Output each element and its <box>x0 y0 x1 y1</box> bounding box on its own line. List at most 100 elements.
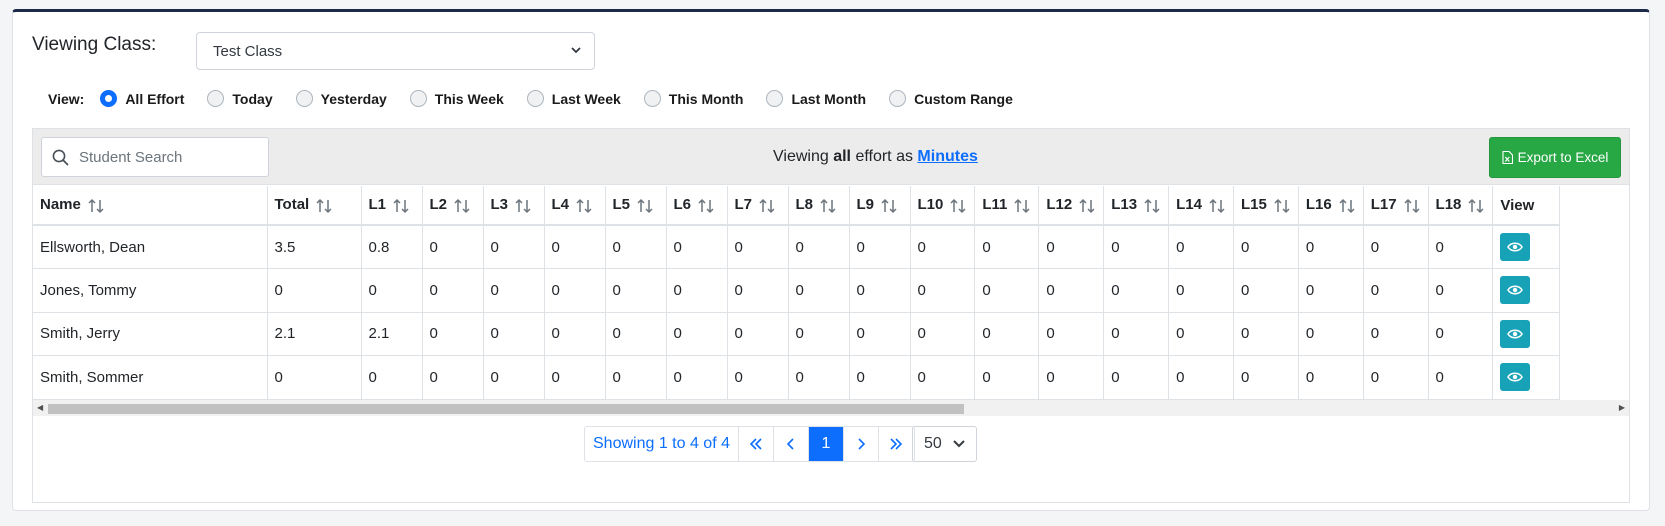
radio-last-week[interactable]: Last Week <box>526 90 621 107</box>
view-student-button[interactable] <box>1500 319 1531 348</box>
effort-cell: 0 <box>483 312 545 356</box>
effort-cell: 0 <box>849 355 911 400</box>
radio-this-week[interactable]: This Week <box>409 90 504 107</box>
sort-icon[interactable] <box>1338 198 1356 214</box>
effort-cell: 0 <box>666 312 728 356</box>
radio-circle <box>100 90 118 107</box>
column-header-l13[interactable]: L13 <box>1103 186 1170 226</box>
sort-icon[interactable] <box>819 198 837 214</box>
effort-cell: 0 <box>1103 355 1170 400</box>
pagination: Showing 1 to 4 of 4 1 <box>584 426 915 462</box>
column-header-total[interactable]: Total <box>267 186 362 226</box>
first-page-button[interactable] <box>739 427 774 461</box>
effort-cell: 0 <box>544 355 606 400</box>
column-header-l16[interactable]: L16 <box>1298 186 1364 226</box>
chevron-right-icon <box>858 438 866 450</box>
column-header-l8[interactable]: L8 <box>788 186 850 226</box>
eye-icon <box>1507 285 1524 295</box>
radio-label: Yesterday <box>320 90 387 107</box>
column-header-l12[interactable]: L12 <box>1038 186 1105 226</box>
column-header-l1[interactable]: L1 <box>361 186 423 226</box>
eye-icon <box>1507 242 1524 252</box>
view-filter-label: View: <box>48 90 85 107</box>
radio-last-month[interactable]: Last Month <box>766 90 866 107</box>
column-header-label: L18 <box>1435 196 1462 214</box>
column-header-label: L2 <box>429 196 448 214</box>
column-header-l7[interactable]: L7 <box>727 186 789 226</box>
prev-page-button[interactable] <box>774 427 809 461</box>
class-select[interactable]: Test Class <box>196 32 595 70</box>
sort-icon[interactable] <box>758 198 776 214</box>
scroll-right-icon[interactable]: ▶ <box>1619 403 1625 412</box>
sort-icon[interactable] <box>636 198 654 214</box>
viewing-middle: effort as <box>855 148 913 165</box>
sort-icon[interactable] <box>1013 198 1031 214</box>
view-student-button[interactable] <box>1500 233 1531 261</box>
effort-cell: 0 <box>361 355 423 400</box>
column-header-l15[interactable]: L15 <box>1233 186 1299 226</box>
sort-icon[interactable] <box>315 198 333 214</box>
column-header-l14[interactable]: L14 <box>1168 186 1234 226</box>
effort-cell: 0 <box>605 225 667 269</box>
page-size-select[interactable]: 50 <box>912 426 977 462</box>
sort-icon[interactable] <box>453 198 471 214</box>
sort-icon[interactable] <box>1403 198 1421 214</box>
effort-cell: 0 <box>910 225 976 269</box>
radio-circle <box>409 90 427 107</box>
column-header-label: L14 <box>1176 196 1202 214</box>
effort-cell: 2.1 <box>361 312 423 356</box>
column-header-l18[interactable]: L18 <box>1428 186 1494 226</box>
unit-toggle-link[interactable]: Minutes <box>917 148 977 165</box>
column-header-l11[interactable]: L11 <box>974 186 1040 226</box>
sort-icon[interactable] <box>1078 198 1096 214</box>
effort-cell: 0 <box>483 225 545 269</box>
student-name-cell: Smith, Jerry <box>33 312 268 356</box>
effort-cell: 0 <box>910 312 976 356</box>
column-header-l4[interactable]: L4 <box>544 186 606 226</box>
column-header-l10[interactable]: L10 <box>910 186 976 226</box>
column-header-l9[interactable]: L9 <box>849 186 911 226</box>
column-header-l2[interactable]: L2 <box>422 186 484 226</box>
page-button-current[interactable]: 1 <box>808 427 844 461</box>
scroll-left-icon[interactable]: ◀ <box>37 403 43 412</box>
sort-icon[interactable] <box>1208 198 1226 214</box>
column-header-l6[interactable]: L6 <box>666 186 728 226</box>
radio-yesterday[interactable]: Yesterday <box>295 90 387 107</box>
chevron-double-right-icon <box>890 438 903 450</box>
column-header-name[interactable]: Name <box>33 186 268 226</box>
sort-icon[interactable] <box>880 198 898 214</box>
student-search[interactable] <box>41 137 269 177</box>
sort-icon[interactable] <box>1467 198 1485 214</box>
sort-icon[interactable] <box>1273 198 1291 214</box>
sort-icon[interactable] <box>949 198 967 214</box>
sort-icon[interactable] <box>87 198 105 214</box>
effort-cell: 0 <box>422 225 484 269</box>
export-excel-button[interactable]: Export to Excel <box>1489 137 1621 178</box>
sort-icon[interactable] <box>575 198 593 214</box>
radio-custom-range[interactable]: Custom Range <box>889 90 1013 107</box>
sort-icon[interactable] <box>514 198 532 214</box>
viewing-scope: all <box>833 148 851 165</box>
last-page-button[interactable] <box>879 427 914 461</box>
horizontal-scrollbar[interactable]: ◀ ▶ <box>33 400 1629 416</box>
radio-all-effort[interactable]: All Effort <box>100 90 184 107</box>
sort-icon[interactable] <box>697 198 715 214</box>
next-page-button[interactable] <box>844 427 879 461</box>
sort-icon[interactable] <box>392 198 410 214</box>
view-student-button[interactable] <box>1500 363 1531 392</box>
effort-cell: 0 <box>849 312 911 356</box>
column-header-l17[interactable]: L17 <box>1363 186 1429 226</box>
effort-cell: 0 <box>727 268 789 313</box>
class-select-value: Test Class <box>213 42 283 60</box>
radio-this-month[interactable]: This Month <box>643 90 743 107</box>
sort-icon[interactable] <box>1143 198 1161 214</box>
view-student-button[interactable] <box>1500 276 1531 305</box>
effort-cell: 0 <box>974 312 1040 356</box>
scrollbar-thumb[interactable] <box>48 404 964 414</box>
column-header-l5[interactable]: L5 <box>605 186 667 226</box>
column-header-l3[interactable]: L3 <box>483 186 545 226</box>
column-header-label: Name <box>40 196 81 214</box>
column-header-label: L3 <box>490 196 509 214</box>
student-search-input[interactable] <box>77 147 247 167</box>
radio-today[interactable]: Today <box>207 90 273 107</box>
